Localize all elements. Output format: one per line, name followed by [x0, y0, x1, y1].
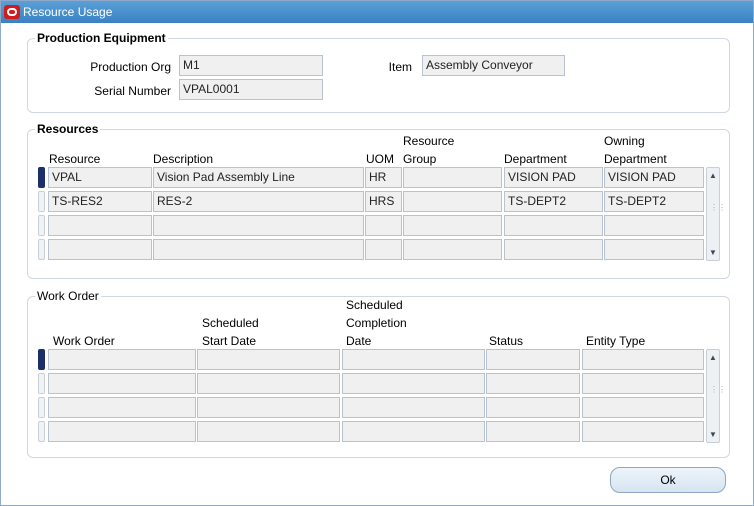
resource-usage-window: Resource Usage Production Equipment Prod…	[0, 0, 754, 506]
col-header-owning-department-line1: Owning	[604, 134, 645, 148]
row-indicator[interactable]	[38, 421, 45, 442]
department-cell[interactable]	[504, 215, 603, 236]
col-header-owning-department-line2: Department	[604, 152, 667, 166]
resource-group-cell[interactable]	[403, 215, 502, 236]
col-header-scheduled-completion-line2: Completion	[346, 316, 407, 330]
col-header-description: Description	[153, 152, 214, 166]
status-cell[interactable]	[486, 373, 580, 394]
uom-cell[interactable]: HRS	[365, 191, 402, 212]
scheduled-start-cell[interactable]	[197, 421, 340, 442]
resources-heading: Resources	[35, 122, 101, 136]
status-cell[interactable]	[486, 349, 580, 370]
uom-cell[interactable]	[365, 215, 402, 236]
work-order-heading: Work Order	[35, 289, 101, 303]
description-cell[interactable]	[153, 215, 364, 236]
description-cell[interactable]: RES-2	[153, 191, 364, 212]
col-header-scheduled-start-line1: Scheduled	[202, 316, 259, 330]
arrow-up-icon[interactable]: ▲	[707, 352, 719, 364]
ok-button[interactable]: Ok	[610, 467, 726, 493]
resources-scrollbar[interactable]: ▲ ⋮⋮ ▼	[706, 167, 726, 261]
scheduled-completion-cell[interactable]	[342, 421, 485, 442]
scheduled-start-cell[interactable]	[197, 373, 340, 394]
oracle-logo-icon	[4, 5, 20, 19]
row-indicator[interactable]	[38, 239, 45, 260]
window-title: Resource Usage	[23, 5, 113, 19]
row-indicator-active[interactable]	[38, 167, 45, 188]
col-header-resource-group-line2: Group	[403, 152, 437, 166]
row-indicator[interactable]	[38, 397, 45, 418]
owning-department-cell[interactable]: TS-DEPT2	[604, 191, 704, 212]
col-header-department: Department	[504, 152, 567, 166]
col-header-work-order: Work Order	[53, 334, 115, 348]
department-cell[interactable]: TS-DEPT2	[504, 191, 603, 212]
entity-type-cell[interactable]	[582, 397, 704, 418]
resource-cell[interactable]	[48, 215, 152, 236]
scheduled-start-cell[interactable]	[197, 397, 340, 418]
description-cell[interactable]	[153, 239, 364, 260]
production-equipment-group	[27, 38, 730, 113]
scroll-grip[interactable]: ⋮⋮	[710, 204, 726, 218]
scheduled-completion-cell[interactable]	[342, 349, 485, 370]
item-label: Item	[388, 60, 412, 74]
col-header-resource: Resource	[49, 152, 101, 166]
resource-group-cell[interactable]	[403, 191, 502, 212]
owning-department-cell[interactable]	[604, 239, 704, 260]
production-equipment-heading: Production Equipment	[35, 31, 168, 45]
resource-group-cell[interactable]	[403, 239, 502, 260]
work-order-cell[interactable]	[48, 373, 196, 394]
scheduled-completion-cell[interactable]	[342, 373, 485, 394]
col-header-uom: UOM	[366, 152, 394, 166]
row-indicator[interactable]	[38, 215, 45, 236]
col-header-entity-type: Entity Type	[586, 334, 646, 348]
uom-cell[interactable]	[365, 239, 402, 260]
scheduled-start-cell[interactable]	[197, 349, 340, 370]
serial-number-label: Serial Number	[94, 84, 171, 98]
entity-type-cell[interactable]	[582, 373, 704, 394]
production-org-label: Production Org	[90, 60, 171, 74]
row-indicator[interactable]	[38, 373, 45, 394]
work-order-cell[interactable]	[48, 349, 196, 370]
description-cell[interactable]: Vision Pad Assembly Line	[153, 167, 364, 188]
item-field[interactable]: Assembly Conveyor	[422, 55, 565, 76]
owning-department-cell[interactable]	[604, 215, 704, 236]
arrow-down-icon[interactable]: ▼	[707, 247, 719, 259]
entity-type-cell[interactable]	[582, 421, 704, 442]
work-order-cell[interactable]	[48, 397, 196, 418]
department-cell[interactable]: VISION PAD	[504, 167, 603, 188]
work-order-cell[interactable]	[48, 421, 196, 442]
entity-type-cell[interactable]	[582, 349, 704, 370]
title-bar: Resource Usage	[1, 1, 753, 23]
resource-group-cell[interactable]	[403, 167, 502, 188]
arrow-up-icon[interactable]: ▲	[707, 170, 719, 182]
resource-cell[interactable]: TS-RES2	[48, 191, 152, 212]
col-header-resource-group-line1: Resource	[403, 134, 455, 148]
production-org-field[interactable]: M1	[179, 55, 323, 76]
resource-cell[interactable]: VPAL	[48, 167, 152, 188]
serial-number-field[interactable]: VPAL0001	[179, 79, 323, 100]
row-indicator[interactable]	[38, 191, 45, 212]
col-header-scheduled-completion-line1: Scheduled	[346, 298, 403, 312]
col-header-status: Status	[489, 334, 524, 348]
row-indicator-active[interactable]	[38, 349, 45, 370]
status-cell[interactable]	[486, 397, 580, 418]
scheduled-completion-cell[interactable]	[342, 397, 485, 418]
scroll-grip[interactable]: ⋮⋮	[710, 386, 726, 400]
col-header-scheduled-start-line2: Start Date	[202, 334, 257, 348]
work-order-scrollbar[interactable]: ▲ ⋮⋮ ▼	[706, 349, 726, 443]
resource-cell[interactable]	[48, 239, 152, 260]
status-cell[interactable]	[486, 421, 580, 442]
owning-department-cell[interactable]: VISION PAD	[604, 167, 704, 188]
col-header-scheduled-completion-line3: Date	[346, 334, 372, 348]
department-cell[interactable]	[504, 239, 603, 260]
uom-cell[interactable]: HR	[365, 167, 402, 188]
arrow-down-icon[interactable]: ▼	[707, 429, 719, 441]
